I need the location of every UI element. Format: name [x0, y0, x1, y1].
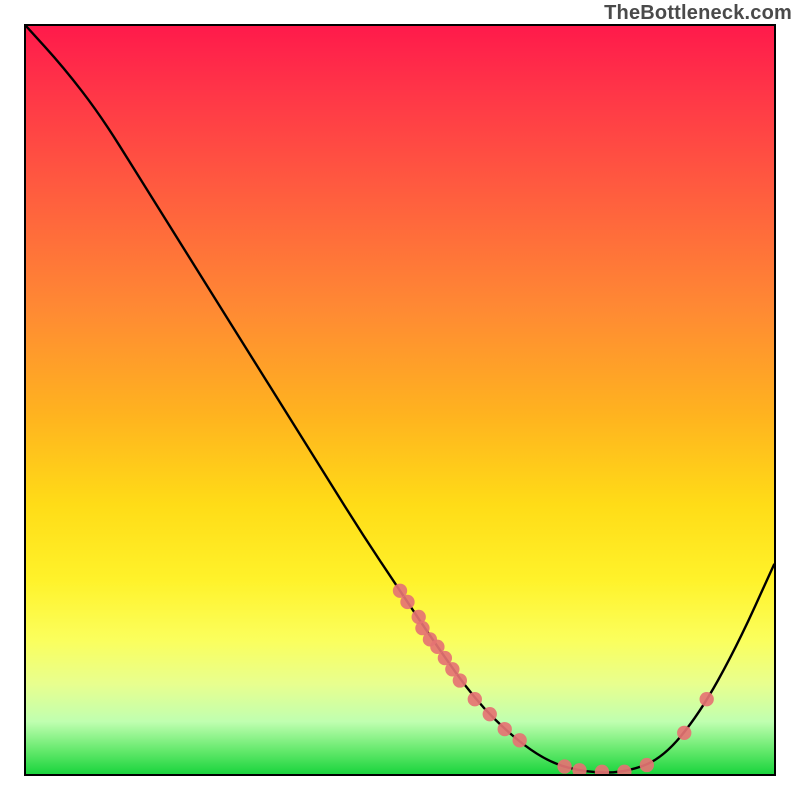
scatter-point — [468, 692, 482, 706]
scatter-point — [700, 692, 714, 706]
curve-path-group — [26, 26, 774, 773]
scatter-point — [617, 765, 631, 774]
scatter-point — [677, 726, 691, 740]
curve-path — [26, 26, 774, 773]
scatter-group — [393, 584, 714, 774]
scatter-point — [513, 733, 527, 747]
scatter-point — [498, 722, 512, 736]
scatter-point — [640, 758, 654, 772]
plot-area — [24, 24, 776, 776]
watermark-text: TheBottleneck.com — [604, 2, 792, 25]
curve-layer — [26, 26, 774, 774]
scatter-point — [400, 595, 414, 609]
scatter-point — [453, 673, 467, 687]
scatter-point — [557, 759, 571, 773]
scatter-point — [572, 763, 586, 774]
scatter-point — [595, 765, 609, 774]
scatter-point — [483, 707, 497, 721]
chart-container: TheBottleneck.com — [0, 0, 800, 800]
